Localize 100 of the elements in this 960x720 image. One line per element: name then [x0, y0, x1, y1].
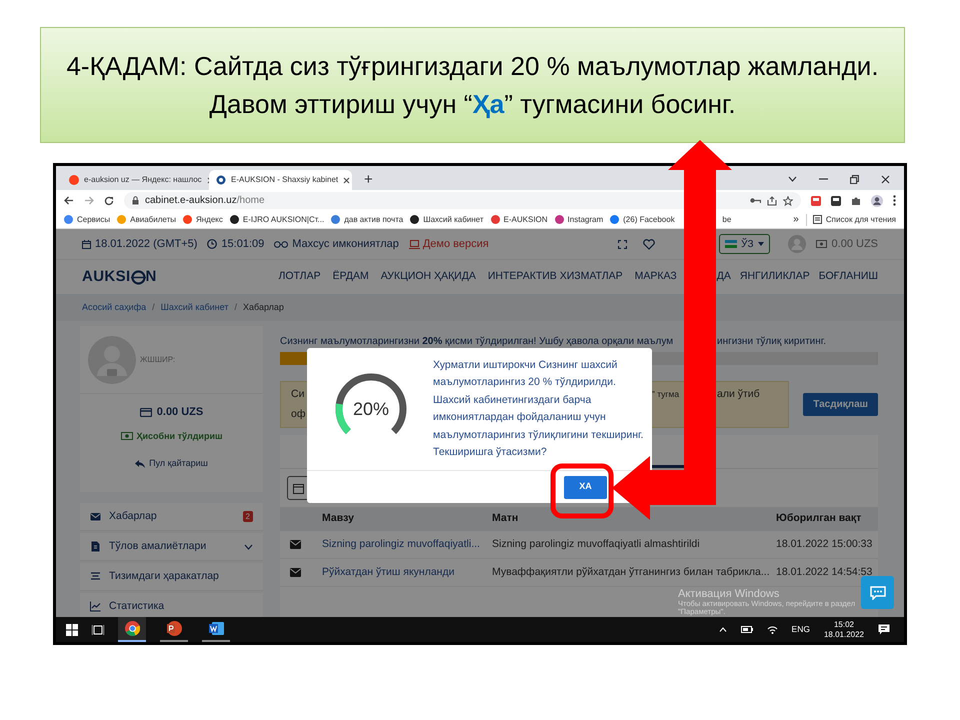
menu-icon[interactable]: [893, 195, 896, 206]
flag-icon: [725, 240, 738, 248]
nav-link[interactable]: ЯНГИЛИКЛАР: [740, 269, 810, 285]
browser-tab[interactable]: E-AUKSION - Shaxsiy kabinet: [209, 170, 352, 190]
browser-tab[interactable]: e-auksion uz — Яндекс: нашлос: [62, 170, 205, 190]
demo-version-link[interactable]: Демо версия: [422, 236, 489, 252]
avatar-icon: [88, 336, 136, 384]
favicon-icon: [331, 215, 340, 224]
refund-link[interactable]: Пул қайтариш: [149, 457, 208, 470]
nav-link[interactable]: ДА: [716, 269, 731, 285]
notification-icon[interactable]: [878, 624, 890, 635]
breadcrumb-link[interactable]: Асосий саҳифа: [82, 300, 146, 314]
battery-icon[interactable]: [740, 626, 753, 633]
address-bar[interactable]: cabinet.e-auksion.uz/home: [124, 192, 801, 209]
task-view-icon[interactable]: [92, 624, 104, 636]
logo-globe-icon: [130, 270, 146, 284]
accessibility-link[interactable]: Махсус имкониятлар: [292, 236, 399, 252]
new-tab-button[interactable]: +: [356, 170, 381, 190]
tab-title: e-auksion uz — Яндекс: нашлос: [84, 174, 202, 186]
calendar-icon: [82, 240, 91, 248]
notice-text: али ўтиб: [717, 386, 760, 402]
nav-link[interactable]: ЛОТЛАР: [278, 269, 321, 285]
sidebar-item[interactable]: Тизимдаги ҳаракатлар: [80, 563, 263, 591]
star-icon[interactable]: [783, 196, 793, 206]
laptop-icon: [408, 240, 420, 248]
clock-date[interactable]: 18.01.2022: [824, 630, 864, 640]
taskbar-app-button[interactable]: [118, 617, 146, 642]
chevron-down-icon[interactable]: [788, 176, 797, 182]
extension-icon[interactable]: [831, 196, 841, 206]
gauge-track: [336, 374, 406, 434]
nav-link[interactable]: ИНТЕРАКТИВ ХИЗМАТЛАР: [488, 269, 623, 285]
caret-icon: [758, 242, 764, 246]
wifi-icon[interactable]: [766, 625, 778, 634]
windows-icon[interactable]: [66, 624, 78, 636]
presentation-app-icon: [166, 621, 182, 636]
restore-icon[interactable]: [850, 174, 859, 184]
bookmark[interactable]: Instagram: [554, 214, 604, 226]
favicon-icon: [610, 215, 620, 224]
modal-message: Хурматли иштирокчи Сизнинг шахсий маълумотларингиз 20 % тўлдирилди. Шахсий кабинетингиздаги барча имкониятлардан фойдаланиш учун маълумотларингиз тўлиқлигини текширинг. Текширишга ўтасизми?: [433, 358, 644, 460]
bookmark[interactable]: (26) Facebook: [610, 214, 675, 226]
chart-icon: [90, 601, 101, 612]
breadcrumb-separator: /: [234, 300, 237, 314]
nav-link[interactable]: БОҒЛАНИШ: [818, 269, 878, 285]
progress-message: Сизнинг маълумотларингизни 20% қисми тўлдирилган! Ушбу ҳавола орқали маълум: [280, 334, 674, 348]
sidebar-item[interactable]: Тўлов амалиётлари: [80, 533, 263, 561]
breadcrumb-separator: /: [152, 300, 155, 314]
heart-icon[interactable]: [643, 238, 656, 250]
date-text: 18.01.2022 (GMT+5): [95, 236, 198, 252]
bookmark[interactable]: Шахсий кабинет: [410, 214, 484, 226]
bookmark[interactable]: E-AUKSION: [490, 214, 548, 226]
reply-icon: [135, 460, 146, 468]
yes-button[interactable]: ХА: [564, 476, 607, 498]
cash-icon: [120, 432, 132, 440]
lock-icon: [132, 196, 139, 205]
back-icon[interactable]: [64, 196, 74, 205]
fullscreen-icon[interactable]: [618, 240, 628, 248]
top-up-link[interactable]: Ҳисобни тўлдириш: [136, 430, 222, 443]
balance-text: 0.00 UZS: [156, 405, 204, 420]
chevron-up-icon[interactable]: [718, 627, 727, 632]
column-header: Мавзу: [322, 512, 354, 524]
bookmark[interactable]: дав актив почта: [331, 214, 404, 226]
language-button[interactable]: ЎЗ: [719, 234, 770, 254]
bookmark[interactable]: Яндекс: [182, 214, 223, 226]
id-label: ЖШШИР:: [140, 354, 176, 366]
tab-title: E-AUKSION - Shaxsiy kabinet: [231, 174, 338, 186]
bookmark[interactable]: Авиабилеты: [117, 214, 176, 226]
logo-text: AUKSI: [82, 266, 131, 287]
calendar-icon: [293, 482, 304, 494]
table-cell: Sizning parolingiz muvoffaqiyatli almashtirildi: [492, 538, 700, 550]
progress-message: ингизни тўлиқ киритинг.: [717, 334, 826, 348]
clock-time[interactable]: 15:02: [834, 620, 854, 630]
bookmark[interactable]: be: [722, 214, 732, 226]
nav-link[interactable]: МАРКАЗ: [634, 269, 677, 285]
share-icon[interactable]: [767, 196, 777, 206]
chat-button[interactable]: [861, 576, 894, 609]
message-subject-link[interactable]: Рўйхатдан ўтиш якунланди: [322, 566, 454, 578]
reload-icon[interactable]: [104, 196, 114, 206]
favicon-icon: [182, 215, 192, 224]
envelope-icon: [290, 540, 301, 549]
bookmark[interactable]: Сервисы: [64, 214, 110, 226]
table-cell: 18.01.2022 15:00:33: [776, 538, 872, 550]
profile-icon[interactable]: [871, 194, 883, 206]
confirm-button[interactable]: Тасдиқлаш: [803, 393, 878, 416]
key-icon[interactable]: [750, 197, 761, 204]
nav-link[interactable]: ЁРДАМ: [332, 269, 369, 285]
highlight-frame: [550, 464, 614, 518]
message-subject-link[interactable]: Sizning parolingiz muvoffaqiyatli...: [322, 538, 480, 550]
minimize-icon[interactable]: [819, 178, 828, 180]
sidebar-item[interactable]: Статистика: [80, 593, 263, 617]
count-badge: 2: [242, 511, 253, 522]
more-bookmarks-button[interactable]: »: [793, 212, 799, 227]
breadcrumb-current: Хабарлар: [242, 300, 284, 314]
bookmark[interactable]: E-IJRO AUKSION|Ст...: [230, 214, 324, 226]
sidebar-item[interactable]: Хабарлар 2: [80, 503, 263, 531]
time-text: 15:01:09: [221, 236, 264, 252]
breadcrumb-link[interactable]: Шахсий кабинет: [160, 300, 228, 314]
language-indicator[interactable]: ENG: [792, 623, 810, 636]
clock-icon: [207, 239, 218, 249]
reading-list-button[interactable]: Список для чтения: [806, 214, 896, 226]
nav-link[interactable]: АУКЦИОН ҲАҚИДА: [380, 269, 476, 285]
